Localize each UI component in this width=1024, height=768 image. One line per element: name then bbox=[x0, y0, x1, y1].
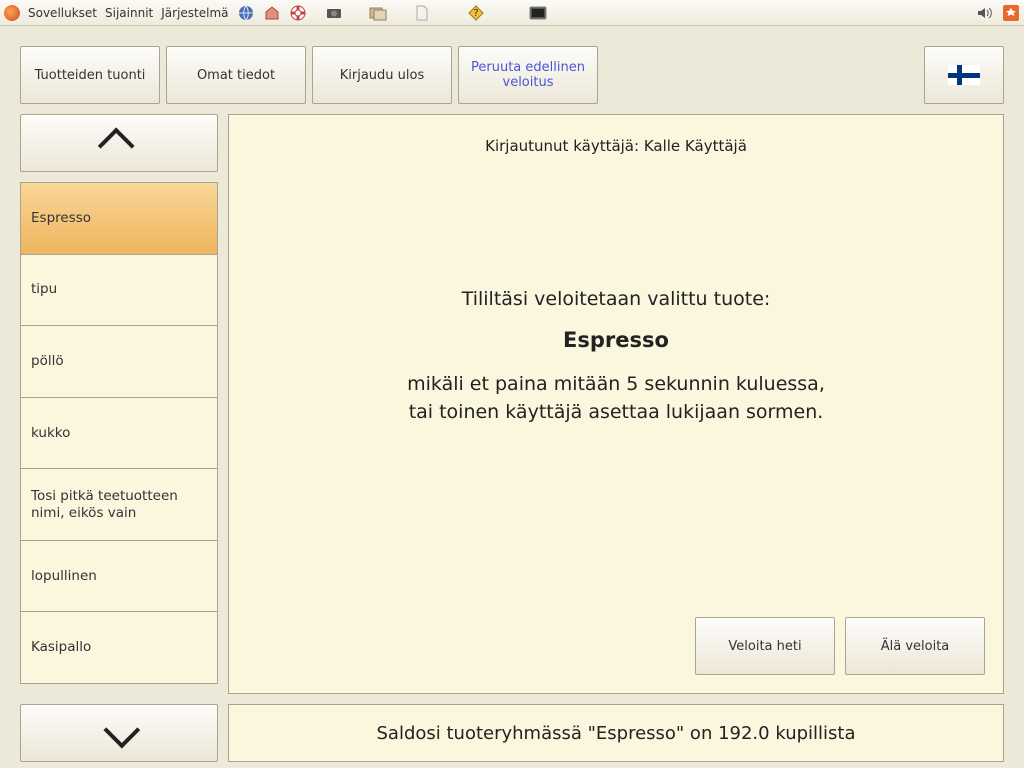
terminal-icon[interactable] bbox=[529, 4, 547, 22]
product-item[interactable]: Tosi pitkä teetuotteen nimi, eikös vain bbox=[20, 469, 218, 541]
menu-system[interactable]: Järjestelmä bbox=[161, 6, 228, 20]
product-item[interactable]: lopullinen bbox=[20, 541, 218, 613]
help-lifebuoy-icon[interactable] bbox=[289, 4, 307, 22]
middle-area: Espresso tipu pöllö kukko Tosi pitkä teetuot… bbox=[20, 114, 1004, 694]
bottom-row: Saldosi tuoteryhmässä "Espresso" on 192.… bbox=[20, 704, 1004, 762]
charge-line-2: tai toinen käyttäjä asettaa lukijaan sor… bbox=[247, 398, 985, 427]
product-item[interactable]: tipu bbox=[20, 255, 218, 327]
product-list: Espresso tipu pöllö kukko Tosi pitkä teetuot… bbox=[20, 182, 218, 684]
balance-bar: Saldosi tuoteryhmässä "Espresso" on 192.… bbox=[228, 704, 1004, 762]
product-item[interactable]: Espresso bbox=[20, 182, 218, 255]
product-item-label: tipu bbox=[31, 281, 57, 298]
product-item[interactable]: Kasipallo bbox=[20, 612, 218, 684]
product-item-label: lopullinen bbox=[31, 568, 97, 585]
charge-intro: Tililtäsi veloitetaan valittu tuote: bbox=[247, 285, 985, 314]
ubuntu-logo-icon[interactable] bbox=[4, 5, 20, 21]
chevron-down-icon bbox=[103, 712, 140, 749]
scroll-up-button[interactable] bbox=[20, 114, 218, 172]
cancel-previous-charge-button[interactable]: Peruuta edellinen veloitus bbox=[458, 46, 598, 104]
language-flag-button[interactable] bbox=[924, 46, 1004, 104]
dont-charge-button[interactable]: Älä veloita bbox=[845, 617, 985, 675]
charge-line-1: mikäli et paina mitään 5 sekunnin kulues… bbox=[247, 370, 985, 399]
charge-action-buttons: Veloita heti Älä veloita bbox=[247, 617, 985, 675]
product-item-label: kukko bbox=[31, 425, 70, 442]
import-products-button[interactable]: Tuotteiden tuonti bbox=[20, 46, 160, 104]
chevron-up-icon bbox=[98, 127, 135, 164]
menu-applications[interactable]: Sovellukset bbox=[28, 6, 97, 20]
file-manager-icon[interactable] bbox=[369, 4, 387, 22]
product-item-label: Espresso bbox=[31, 210, 91, 227]
menu-places[interactable]: Sijainnit bbox=[105, 6, 153, 20]
main-panel: Kirjautunut käyttäjä: Kalle Käyttäjä Til… bbox=[228, 114, 1004, 694]
top-button-row: Tuotteiden tuonti Omat tiedot Kirjaudu u… bbox=[20, 46, 1004, 104]
own-info-button[interactable]: Omat tiedot bbox=[166, 46, 306, 104]
logout-button[interactable]: Kirjaudu ulos bbox=[312, 46, 452, 104]
scroll-down-button[interactable] bbox=[20, 704, 218, 762]
product-item[interactable]: pöllö bbox=[20, 326, 218, 398]
volume-icon[interactable] bbox=[976, 4, 994, 22]
system-top-panel: Sovellukset Sijainnit Järjestelmä ? bbox=[0, 0, 1024, 26]
product-item-label: Kasipallo bbox=[31, 639, 91, 656]
user-name: Kalle Käyttäjä bbox=[644, 137, 747, 155]
finland-flag-icon bbox=[948, 65, 980, 85]
document-icon[interactable] bbox=[413, 4, 431, 22]
user-label-prefix: Kirjautunut käyttäjä: bbox=[485, 137, 644, 155]
product-item[interactable]: kukko bbox=[20, 398, 218, 470]
logged-in-user-line: Kirjautunut käyttäjä: Kalle Käyttäjä bbox=[247, 137, 985, 155]
product-item-label: pöllö bbox=[31, 353, 64, 370]
svg-text:?: ? bbox=[473, 8, 478, 19]
web-browser-icon[interactable] bbox=[237, 4, 255, 22]
product-sidebar: Espresso tipu pöllö kukko Tosi pitkä teetuot… bbox=[20, 114, 218, 694]
warning-icon[interactable]: ? bbox=[467, 4, 485, 22]
home-icon[interactable] bbox=[263, 4, 281, 22]
charge-product-name: Espresso bbox=[247, 328, 985, 352]
charge-message-block: Tililtäsi veloitetaan valittu tuote: Esp… bbox=[247, 285, 985, 427]
notification-icon[interactable] bbox=[1002, 4, 1020, 22]
product-item-label: Tosi pitkä teetuotteen nimi, eikös vain bbox=[31, 488, 207, 522]
pos-application: Tuotteiden tuonti Omat tiedot Kirjaudu u… bbox=[0, 26, 1024, 768]
camera-icon[interactable] bbox=[325, 4, 343, 22]
charge-now-button[interactable]: Veloita heti bbox=[695, 617, 835, 675]
